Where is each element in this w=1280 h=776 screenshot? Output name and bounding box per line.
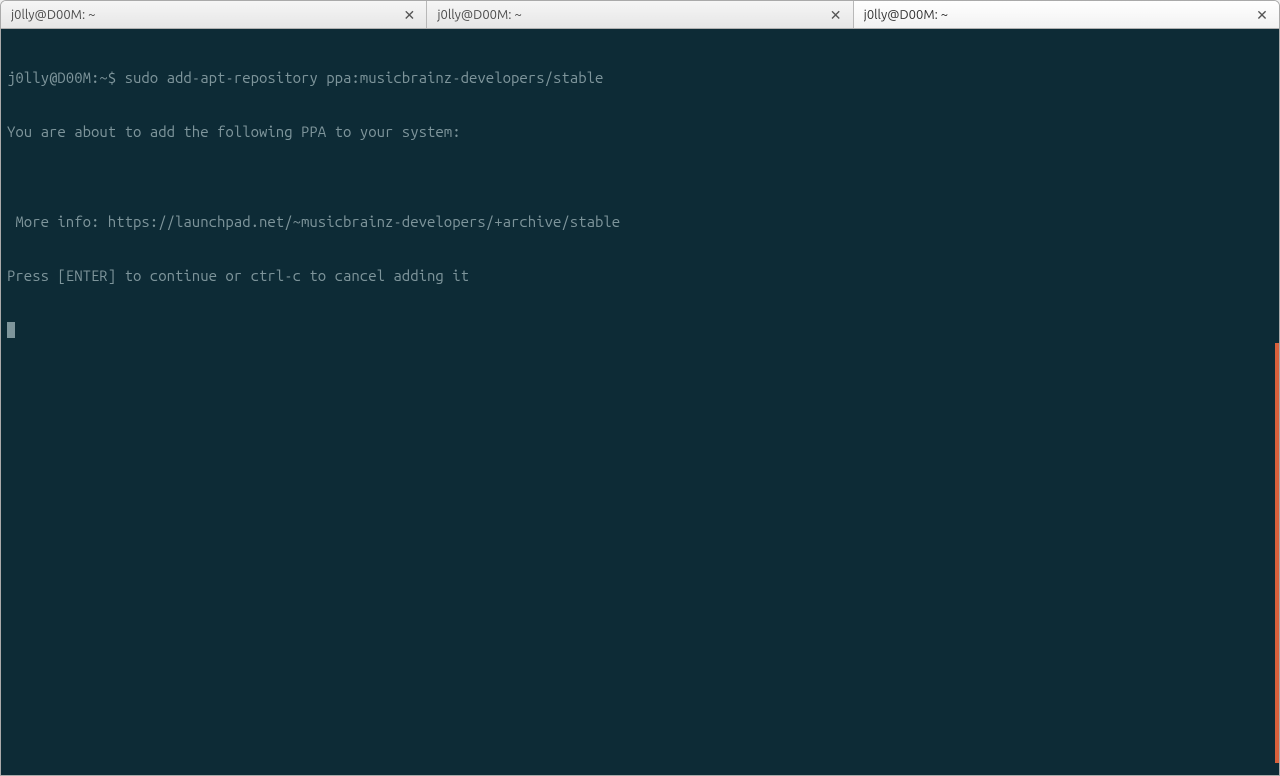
shell-command: sudo add-apt-repository ppa:musicbrainz-…: [125, 69, 604, 86]
close-icon[interactable]: ✕: [402, 8, 416, 22]
tab-2[interactable]: j0lly@D00M: ~ ✕: [427, 1, 853, 28]
terminal-cursor-line: [7, 321, 1273, 339]
close-icon[interactable]: ✕: [829, 8, 843, 22]
tab-label: j0lly@D00M: ~: [437, 8, 521, 22]
tab-1[interactable]: j0lly@D00M: ~ ✕: [1, 1, 427, 28]
terminal-viewport[interactable]: j0lly@D00M:~$ sudo add-apt-repository pp…: [1, 29, 1279, 775]
tab-3[interactable]: j0lly@D00M: ~ ✕: [854, 1, 1279, 28]
terminal-line: More info: https://launchpad.net/~musicb…: [7, 213, 1273, 231]
cursor-block: [7, 322, 15, 338]
scrollbar-thumb[interactable]: [1275, 343, 1279, 763]
tab-label: j0lly@D00M: ~: [864, 8, 948, 22]
close-icon[interactable]: ✕: [1255, 8, 1269, 22]
terminal-line: Press [ENTER] to continue or ctrl-c to c…: [7, 267, 1273, 285]
tab-bar: j0lly@D00M: ~ ✕ j0lly@D00M: ~ ✕ j0lly@D0…: [1, 1, 1279, 29]
terminal-line: You are about to add the following PPA t…: [7, 123, 1273, 141]
shell-prompt: j0lly@D00M:~$: [7, 69, 125, 86]
tab-label: j0lly@D00M: ~: [11, 8, 95, 22]
terminal-window: j0lly@D00M: ~ ✕ j0lly@D00M: ~ ✕ j0lly@D0…: [0, 0, 1280, 776]
terminal-line-prompt: j0lly@D00M:~$ sudo add-apt-repository pp…: [7, 69, 1273, 87]
